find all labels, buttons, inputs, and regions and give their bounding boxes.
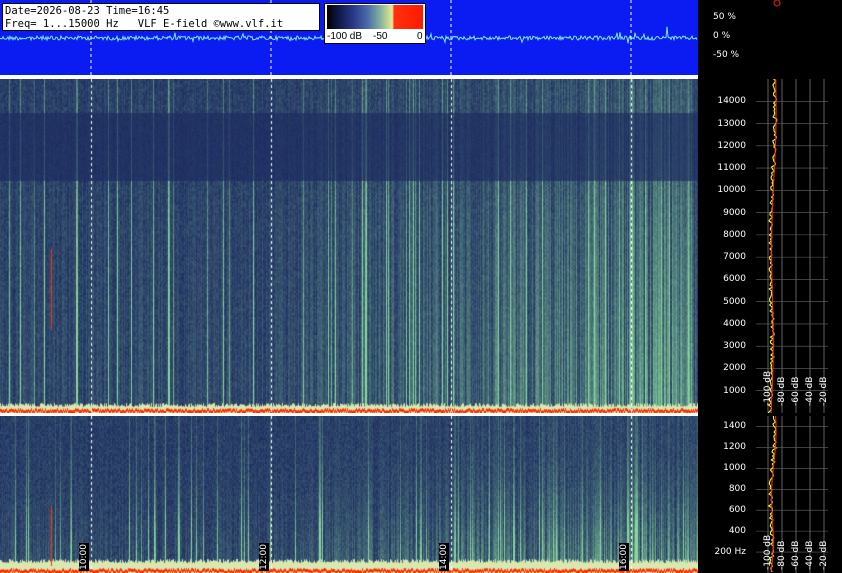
db-tick-label: -40 dB: [805, 376, 815, 406]
freq-tick-label: 200 Hz: [714, 547, 746, 558]
freq-tick-label: 2000: [723, 363, 746, 374]
header-freq-info: Freq= 1...15000 Hz VLF E-field ©www.vlf.…: [5, 18, 284, 30]
db-tick-label: -60 dB: [791, 376, 801, 406]
time-tick-label: 16:00: [619, 543, 629, 571]
freq-tick-label: 6000: [723, 274, 746, 285]
freq-tick-label: 800: [728, 484, 746, 495]
waveform-tick-0: 0 %: [713, 31, 731, 41]
db-tick-label: -80 dB: [777, 540, 787, 570]
colorbar-gradient: [327, 5, 423, 29]
db-tick-label: -100 dB: [763, 370, 773, 406]
time-tick-label: 14:00: [439, 543, 449, 571]
freq-tick-label: 1000: [723, 463, 746, 474]
time-tick-label: 12:00: [259, 543, 269, 571]
freq-tick-label: 400: [728, 526, 746, 537]
db-tick-label: -20 dB: [819, 540, 829, 570]
freq-tick-label: 5000: [723, 296, 746, 307]
spectrogram-low: [0, 416, 698, 573]
freq-tick-label: 13000: [717, 118, 746, 129]
top-right-marker: [773, 0, 781, 7]
freq-tick-label: 8000: [723, 229, 746, 240]
colorbar-label-max: 0: [417, 31, 423, 42]
db-tick-label: -60 dB: [791, 540, 801, 570]
spectrum-profile-main: [756, 79, 828, 413]
waveform-tick-minus50: -50 %: [713, 50, 740, 60]
freq-tick-label: 600: [728, 505, 746, 516]
freq-tick-label: 1400: [723, 421, 746, 432]
freq-tick-label: 3000: [723, 341, 746, 352]
freq-tick-label: 1200: [723, 442, 746, 453]
freq-tick-label: 12000: [717, 140, 746, 151]
db-tick-label: -40 dB: [805, 540, 815, 570]
freq-tick-label: 11000: [717, 163, 746, 174]
header-info-box: Date=2026-08-23 Time=16:45 Freq= 1...1500…: [2, 3, 320, 31]
freq-tick-label: 7000: [723, 252, 746, 263]
freq-tick-label: 9000: [723, 207, 746, 218]
db-tick-label: -100 dB: [763, 534, 773, 570]
waveform-tick-50: 50 %: [713, 12, 736, 22]
colorbar-label-min: -100 dB: [327, 31, 363, 42]
freq-tick-label: 14000: [717, 96, 746, 107]
freq-tick-label: 1000: [723, 385, 746, 396]
freq-tick-label: 10000: [717, 185, 746, 196]
freq-tick-label: 4000: [723, 318, 746, 329]
db-tick-label: -20 dB: [819, 376, 829, 406]
db-tick-label: -80 dB: [777, 376, 787, 406]
header-date-time: Date=2026-08-23 Time=16:45: [5, 5, 170, 17]
colorbar-label-mid: -50: [373, 31, 388, 42]
spectrogram-main: [0, 79, 698, 413]
time-tick-label: 10:00: [79, 543, 89, 571]
colorbar-legend: -100 dB -50 0: [324, 3, 426, 44]
